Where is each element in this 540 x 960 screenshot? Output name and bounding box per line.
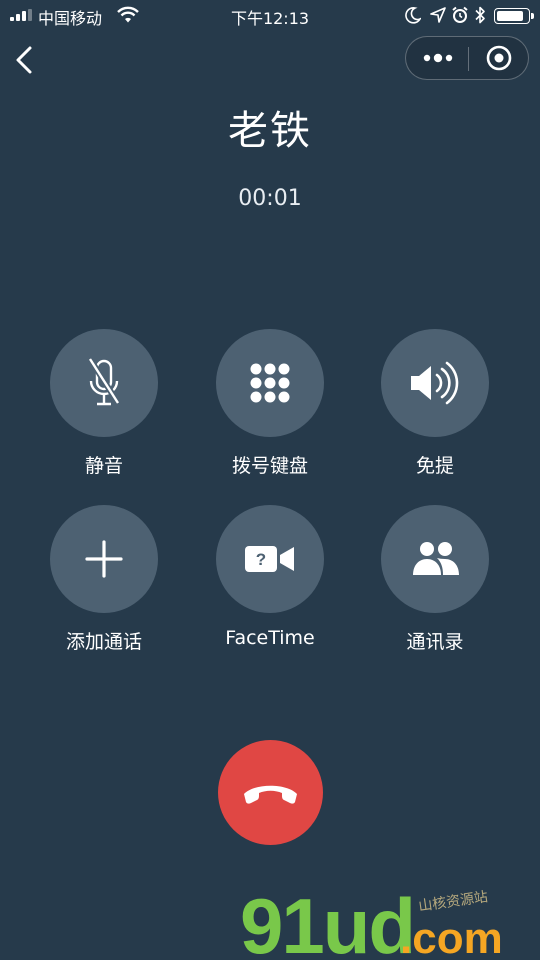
speaker-control[interactable]: 免提 — [360, 329, 510, 478]
add-call-control[interactable]: 添加通话 — [29, 505, 179, 654]
call-duration: 00:01 — [238, 186, 302, 211]
plus-icon — [85, 540, 123, 578]
watermark-text-cn: 山核资源站 — [417, 889, 489, 915]
chevron-left-icon — [16, 46, 32, 74]
speaker-button[interactable] — [381, 329, 489, 437]
watermark-logo: 91ud .com 山核资源站 — [240, 882, 503, 960]
facetime-icon: ? — [245, 546, 294, 572]
more-dots-icon[interactable] — [406, 37, 468, 79]
speaker-label: 免提 — [415, 455, 454, 477]
status-bar: 中国移动 下午12:13 — [0, 0, 540, 30]
back-button[interactable] — [10, 42, 40, 78]
keypad-control[interactable]: 拨号键盘 — [195, 329, 345, 478]
mute-control[interactable]: 静音 — [29, 329, 179, 478]
contacts-label: 通讯录 — [406, 631, 464, 653]
moon-icon — [405, 7, 421, 24]
location-icon — [430, 7, 446, 23]
facetime-button[interactable]: ? — [216, 505, 324, 613]
svg-text:?: ? — [256, 550, 266, 569]
bluetooth-icon — [475, 6, 485, 24]
mini-program-capsule — [405, 36, 529, 80]
keypad-icon — [250, 363, 290, 403]
facetime-label: FaceTime — [225, 627, 315, 649]
speaker-icon — [411, 361, 459, 405]
facetime-control[interactable]: ? FaceTime — [195, 505, 345, 649]
contacts-button[interactable] — [381, 505, 489, 613]
mic-muted-icon — [87, 357, 121, 406]
keypad-button[interactable] — [216, 329, 324, 437]
hang-up-icon — [244, 785, 297, 804]
watermark-text-main: 91ud — [240, 882, 414, 960]
mute-button[interactable] — [50, 329, 158, 437]
battery-icon — [494, 8, 534, 24]
contacts-icon — [413, 542, 459, 575]
alarm-icon — [452, 6, 468, 23]
contact-name: 老铁 — [228, 108, 312, 154]
add-call-button[interactable] — [50, 505, 158, 613]
mute-label: 静音 — [84, 455, 123, 477]
end-call-button[interactable] — [218, 740, 323, 845]
add-call-label: 添加通话 — [65, 631, 142, 653]
keypad-label: 拨号键盘 — [231, 455, 308, 477]
watermark-text-com: .com — [400, 914, 503, 960]
contacts-control[interactable]: 通讯录 — [360, 505, 510, 654]
target-close-icon[interactable] — [469, 37, 529, 79]
